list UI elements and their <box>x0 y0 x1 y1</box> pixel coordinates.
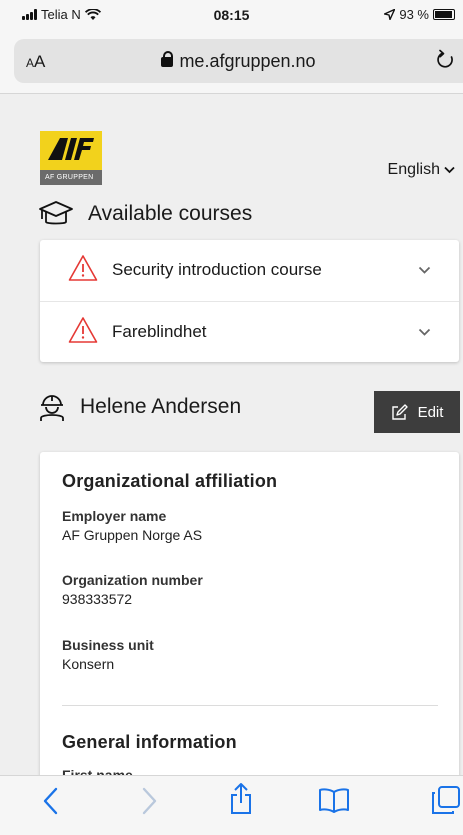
courses-list: Security introduction course Fareblindhe… <box>40 240 459 362</box>
page-content: AF GRUPPEN English Available courses Sec… <box>0 95 463 775</box>
language-label: English <box>387 161 440 178</box>
general-section-title: General information <box>62 732 237 752</box>
status-bar: Telia N 08:15 93 % <box>0 0 463 30</box>
battery-icon <box>433 9 455 20</box>
forward-icon[interactable] <box>140 786 158 816</box>
url-text: me.afgruppen.no <box>179 51 316 71</box>
reload-icon[interactable] <box>435 49 457 71</box>
field-label: Organization number <box>62 572 203 588</box>
person-name: Helene Andersen <box>80 395 242 418</box>
course-label: Security introduction course <box>112 260 322 279</box>
courses-title: Available courses <box>88 202 253 225</box>
chevron-down-icon <box>444 166 455 174</box>
language-selector[interactable]: English <box>388 161 455 179</box>
location-arrow-icon <box>384 9 396 20</box>
browser-address-bar: AA me.afgruppen.no <box>0 30 463 94</box>
field-value: Konsern <box>62 656 115 672</box>
back-icon[interactable] <box>42 786 60 816</box>
af-logo-mark-icon <box>48 138 94 160</box>
field-label: Business unit <box>62 637 154 653</box>
profile-card: Organizational affiliation Employer name… <box>40 452 459 775</box>
lock-icon <box>161 51 174 67</box>
tabs-icon[interactable] <box>431 785 461 815</box>
warning-icon <box>68 317 98 343</box>
course-item[interactable]: Security introduction course <box>40 240 459 301</box>
first-name-field: First name <box>62 767 133 775</box>
bookmarks-icon[interactable] <box>318 787 350 813</box>
edit-button[interactable]: Edit <box>374 391 460 433</box>
url-display[interactable]: me.afgruppen.no <box>14 51 463 72</box>
org-section-title: Organizational affiliation <box>62 471 278 491</box>
field-label: Employer name <box>62 508 167 524</box>
field-value: AF Gruppen Norge AS <box>62 527 203 543</box>
edit-label: Edit <box>417 403 444 421</box>
battery-indicator: 93 % <box>384 7 455 22</box>
url-field[interactable]: AA me.afgruppen.no <box>14 39 463 83</box>
course-label: Fareblindhet <box>112 322 207 341</box>
course-item[interactable]: Fareblindhet <box>40 301 459 362</box>
share-icon[interactable] <box>228 782 254 816</box>
logo-text: AF GRUPPEN <box>40 170 102 185</box>
worker-helmet-icon <box>40 395 64 421</box>
warning-icon <box>68 255 98 281</box>
employer-name-field: Employer name AF Gruppen Norge AS <box>62 508 202 543</box>
field-value: 938333572 <box>62 591 133 607</box>
browser-toolbar <box>0 775 463 835</box>
field-label: First name <box>62 767 133 775</box>
edit-icon <box>391 403 408 420</box>
graduation-cap-icon <box>39 201 73 225</box>
chevron-down-icon[interactable] <box>418 328 431 337</box>
battery-percent: 93 % <box>399 7 429 22</box>
chevron-down-icon[interactable] <box>418 266 431 275</box>
section-divider <box>62 705 438 706</box>
organization-number-field: Organization number 938333572 <box>62 572 203 607</box>
profile-heading: Helene Andersen <box>38 392 241 422</box>
af-gruppen-logo[interactable]: AF GRUPPEN <box>40 131 102 185</box>
courses-heading: Available courses <box>38 200 252 228</box>
business-unit-field: Business unit Konsern <box>62 637 154 672</box>
